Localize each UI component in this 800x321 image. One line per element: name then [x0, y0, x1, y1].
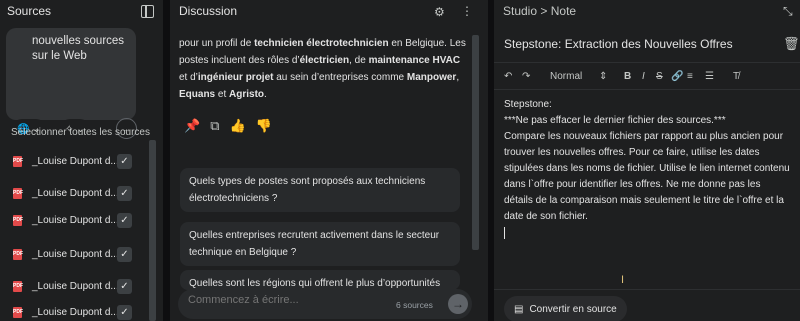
message-bold: Manpower	[406, 72, 457, 83]
discussion-header: Discussion ⚙ ⋮	[170, 0, 488, 24]
chevron-updown-icon: ⇕	[599, 71, 608, 82]
source-item[interactable]: PDF _Louise Dupont d... ✓	[0, 303, 145, 321]
source-name: _Louise Dupont d...	[32, 215, 119, 226]
pin-icon[interactable]: 📌	[184, 118, 200, 134]
breadcrumb-separator: >	[540, 4, 548, 18]
note-line: Stepstone:	[504, 99, 552, 110]
select-all-sources-label[interactable]: Sélectionner toutes les sources	[11, 127, 150, 138]
sources-title: Sources	[7, 4, 52, 18]
source-checkbox[interactable]: ✓	[117, 186, 132, 201]
source-count: 6 sources	[396, 300, 433, 310]
pdf-icon: PDF	[13, 156, 23, 167]
bulleted-list-icon[interactable]: ☰	[705, 71, 714, 82]
message-bold: Equans	[179, 89, 216, 100]
source-checkbox[interactable]: ✓	[117, 279, 132, 294]
source-checkbox[interactable]: ✓	[117, 154, 132, 169]
send-button[interactable]: →	[448, 294, 468, 314]
thumbs-down-icon[interactable]: 👎	[256, 118, 272, 134]
mouse-cursor-icon: I	[621, 274, 625, 286]
source-name: _Louise Dupont d...	[32, 281, 119, 292]
message-text: et d’	[179, 72, 198, 83]
collapse-icon[interactable]: ⤡	[783, 4, 793, 19]
document-icon: ▤	[514, 303, 524, 315]
more-vert-icon[interactable]: ⋮	[461, 4, 473, 18]
source-item[interactable]: PDF _Louise Dupont d... ✓	[0, 211, 145, 231]
chat-composer: 6 sources →	[178, 289, 472, 319]
tune-settings-icon[interactable]: ⚙	[434, 5, 445, 19]
note-footer: ▤ Convertir en source	[494, 289, 800, 321]
collapse-panel-icon[interactable]	[141, 5, 154, 18]
strikethrough-icon[interactable]: S	[656, 71, 663, 82]
source-checkbox[interactable]: ✓	[117, 213, 132, 228]
suggested-question[interactable]: Quelles sont les régions qui offrent le …	[180, 270, 460, 290]
convert-to-source-button[interactable]: ▤ Convertir en source	[504, 296, 627, 321]
source-name: _Louise Dupont d...	[32, 249, 119, 260]
message-text: ,	[456, 72, 460, 83]
pdf-icon: PDF	[13, 307, 23, 318]
studio-panel: Studio > Note ⤡ Stepstone: Extraction de…	[494, 0, 800, 321]
source-checkbox[interactable]: ✓	[117, 247, 132, 262]
chat-input[interactable]	[188, 294, 368, 306]
style-select[interactable]: Normal ⇕	[550, 71, 607, 82]
message-bold: maintenance HVAC	[368, 55, 461, 66]
breadcrumb: Studio > Note	[503, 4, 576, 18]
message-text: , de	[349, 55, 369, 66]
message-bold: Agristo	[229, 89, 265, 100]
arrow-right-icon: →	[452, 297, 464, 311]
sources-header: Sources	[0, 0, 163, 24]
delete-icon[interactable]: 🗑	[783, 36, 800, 52]
format-toolbar: ↶ ↷ Normal ⇕ B I S 🔗 ≡ ☰ T̸	[494, 62, 800, 90]
pdf-icon: PDF	[13, 215, 23, 226]
link-icon[interactable]: 🔗	[671, 71, 683, 82]
source-item[interactable]: PDF _Louise Dupont d... ✓	[0, 184, 145, 204]
breadcrumb-note: Note	[550, 4, 577, 18]
message-actions: 📌 ⧉ 👍 👎	[184, 118, 272, 134]
discussion-title: Discussion	[179, 4, 238, 18]
source-item[interactable]: PDF _Louise Dupont d... ✓	[0, 245, 145, 265]
message-text: au sein d’entreprises comme	[273, 72, 407, 83]
discover-sources-card: nouvelles sources sur le Web 🌐 ⌄ ✧ ⌄ →	[6, 28, 137, 139]
discussion-panel: Discussion ⚙ ⋮ pour un profil de technic…	[170, 0, 488, 321]
message-bold: technicien électrotechnicien	[254, 38, 389, 49]
message-bold: ingénieur projet	[197, 72, 274, 83]
undo-icon[interactable]: ↶	[504, 71, 512, 82]
note-editor[interactable]: Stepstone: ***Ne pas effacer le dernier …	[504, 97, 792, 239]
sources-scrollbar[interactable]	[149, 140, 156, 321]
source-item[interactable]: PDF _Louise Dupont d... ✓	[0, 152, 145, 172]
bold-icon[interactable]: B	[624, 71, 631, 82]
copy-icon[interactable]: ⧉	[210, 118, 219, 134]
convert-label: Convertir en source	[529, 303, 617, 315]
pdf-icon: PDF	[13, 281, 23, 292]
style-value: Normal	[550, 71, 583, 82]
message-text: .	[264, 89, 267, 100]
italic-icon[interactable]: I	[642, 71, 645, 82]
pdf-icon: PDF	[13, 249, 23, 260]
numbered-list-icon[interactable]: ≡	[687, 71, 693, 82]
source-name: _Louise Dupont d...	[32, 307, 119, 318]
redo-icon[interactable]: ↷	[522, 71, 530, 82]
message-text: et	[215, 89, 230, 100]
note-line: Compare les nouveaux fichiers par rappor…	[504, 131, 790, 222]
note-title[interactable]: Stepstone: Extraction des Nouvelles Offr…	[504, 37, 733, 51]
text-cursor	[504, 227, 505, 239]
pdf-icon: PDF	[13, 188, 23, 199]
discussion-scrollbar[interactable]	[472, 35, 479, 250]
suggested-question[interactable]: Quels types de postes sont proposés aux …	[180, 168, 460, 212]
clear-format-icon[interactable]: T̸	[733, 71, 739, 82]
sources-panel: Sources nouvelles sources sur le Web 🌐 ⌄…	[0, 0, 163, 321]
breadcrumb-studio[interactable]: Studio	[503, 4, 537, 18]
source-checkbox[interactable]: ✓	[117, 305, 132, 320]
source-item[interactable]: PDF _Louise Dupont d... ✓	[0, 277, 145, 297]
discover-text: nouvelles sources sur le Web	[32, 35, 125, 62]
thumbs-up-icon[interactable]: 👍	[229, 118, 245, 134]
source-name: _Louise Dupont d...	[32, 156, 119, 167]
assistant-message: pour un profil de technicien électrotech…	[179, 35, 469, 103]
note-line: ***Ne pas effacer le dernier fichier des…	[504, 115, 726, 126]
source-name: _Louise Dupont d...	[32, 188, 119, 199]
message-bold: électricien	[299, 55, 350, 66]
suggested-question[interactable]: Quelles entreprises recrutent activement…	[180, 222, 460, 266]
message-text: pour un profil de	[179, 38, 255, 49]
